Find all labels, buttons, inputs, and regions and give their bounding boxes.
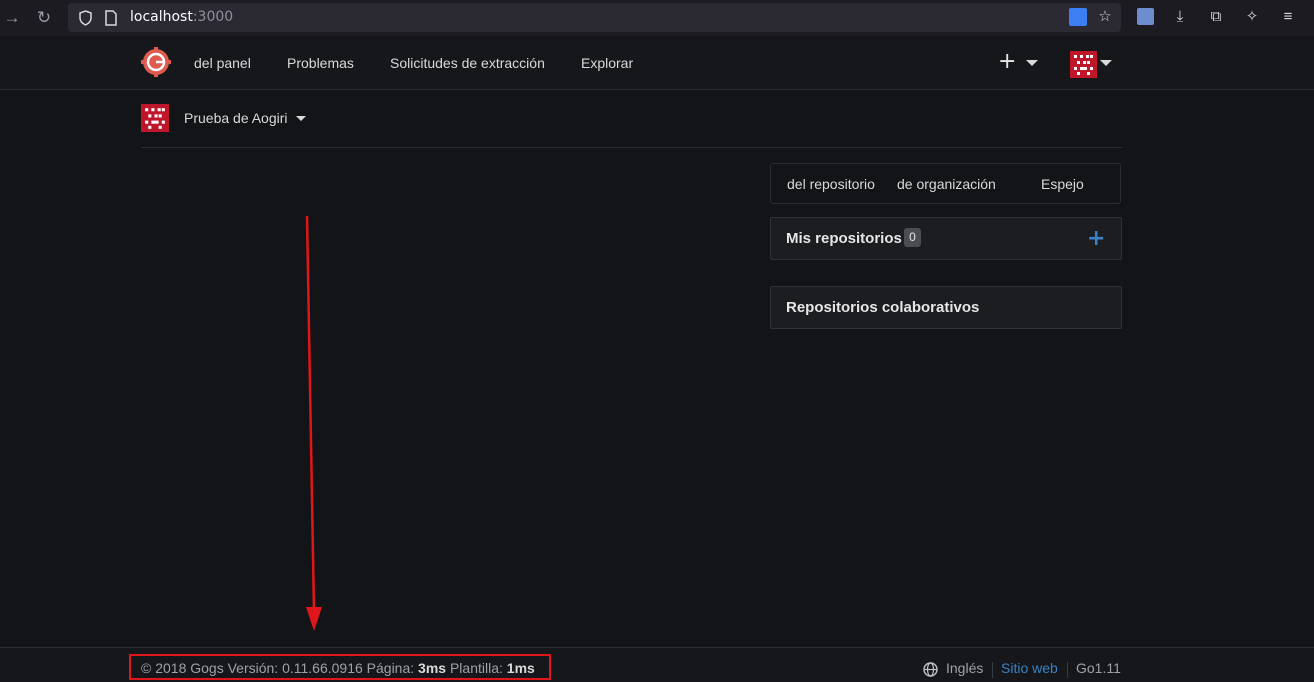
menu-icon[interactable]: ≡ bbox=[1278, 7, 1298, 27]
tab-mirror[interactable]: Espejo bbox=[1041, 176, 1084, 192]
tab-repositories[interactable]: del repositorio bbox=[787, 176, 875, 192]
download-icon[interactable]: ⤓ bbox=[1170, 7, 1190, 27]
footer-separator bbox=[1067, 662, 1068, 678]
footer-separator bbox=[992, 662, 993, 678]
context-chevron-down-icon bbox=[296, 116, 306, 121]
annotation-highlight-box bbox=[129, 654, 551, 680]
my-repositories-title: Mis repositorios bbox=[786, 230, 902, 247]
browser-toolbar: → ↻ localhost:3000 ☆ ⤓ ⧉ ✧ ≡ bbox=[0, 0, 1314, 36]
forward-icon[interactable]: → bbox=[0, 6, 24, 30]
org-avatar bbox=[141, 104, 169, 132]
account-icon[interactable]: ✧ bbox=[1242, 7, 1262, 27]
extensions-icon[interactable]: ⧉ bbox=[1206, 7, 1226, 27]
divider bbox=[141, 147, 1122, 148]
annotation-arrow-icon bbox=[305, 215, 322, 631]
go-version: Go1.11 bbox=[1076, 660, 1121, 676]
create-new-button[interactable]: + bbox=[998, 49, 1016, 74]
repo-count-badge: 0 bbox=[904, 228, 921, 247]
language-selector[interactable]: Inglés bbox=[946, 660, 983, 676]
address-bar[interactable]: localhost:3000 ☆ bbox=[68, 3, 1121, 32]
collaborative-repositories-box: Repositorios colaborativos bbox=[770, 286, 1122, 329]
chevron-down-icon[interactable] bbox=[1026, 60, 1038, 66]
translate-extension-icon[interactable] bbox=[1137, 8, 1154, 25]
avatar-chevron-down-icon[interactable] bbox=[1100, 60, 1112, 66]
site-header: del panel Problemas Solicitudes de extra… bbox=[0, 36, 1314, 90]
context-org-name: Prueba de Aogiri bbox=[184, 110, 288, 126]
globe-icon bbox=[923, 662, 938, 677]
bookmark-star-icon[interactable]: ☆ bbox=[1095, 7, 1115, 27]
my-repositories-box: Mis repositorios 0 + bbox=[770, 217, 1122, 260]
reload-icon[interactable]: ↻ bbox=[32, 6, 56, 30]
nav-pull-requests[interactable]: Solicitudes de extracción bbox=[390, 55, 545, 71]
page-icon bbox=[105, 10, 117, 26]
nav-explore[interactable]: Explorar bbox=[581, 55, 633, 71]
tab-organization[interactable]: de organización bbox=[897, 176, 996, 192]
user-avatar[interactable] bbox=[1070, 51, 1097, 78]
nav-dashboard[interactable]: del panel bbox=[194, 55, 251, 71]
shield-icon bbox=[79, 10, 92, 26]
nav-issues[interactable]: Problemas bbox=[287, 55, 354, 71]
add-repository-button[interactable]: + bbox=[1087, 226, 1105, 251]
repo-filter-tabs: del repositorio de organización Espejo bbox=[770, 163, 1121, 204]
url-text: localhost:3000 bbox=[130, 9, 234, 25]
translate-icon[interactable] bbox=[1069, 8, 1087, 26]
collaborative-repositories-title: Repositorios colaborativos bbox=[786, 299, 980, 316]
website-link[interactable]: Sitio web bbox=[1001, 660, 1058, 676]
gogs-logo-icon[interactable] bbox=[141, 47, 171, 77]
